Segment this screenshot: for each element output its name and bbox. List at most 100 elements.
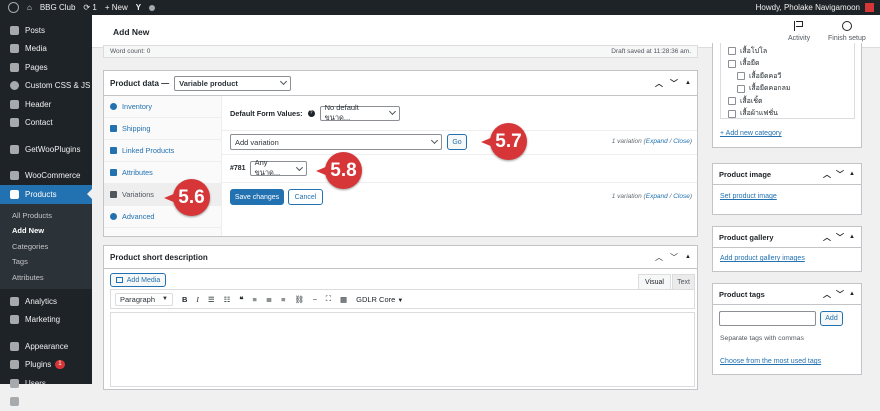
menu-users[interactable]: Users [0, 374, 92, 393]
category-item[interactable]: เสื้อยืดคอวี [728, 70, 854, 83]
tab-shipping[interactable]: Shipping [104, 118, 221, 140]
align-left-icon[interactable]: ≡ [252, 295, 256, 304]
submenu-all-products[interactable]: All Products [0, 208, 92, 224]
category-item[interactable]: เสื้อยืด [728, 58, 854, 71]
close-link[interactable]: Close [673, 193, 690, 200]
move-up-icon[interactable]: ︿ [655, 252, 663, 263]
move-down-icon[interactable]: ﹀ [670, 252, 678, 263]
menu-custom-css-js[interactable]: Custom CSS & JS [0, 77, 92, 96]
checkbox[interactable] [737, 85, 745, 93]
checkbox[interactable] [728, 47, 736, 55]
site-name[interactable]: BBG Club [40, 3, 76, 12]
paragraph-format-select[interactable]: Paragraph▼ [115, 293, 173, 306]
choose-most-used-tags-link[interactable]: Choose from the most used tags [720, 358, 821, 365]
move-down-icon[interactable]: ﹀ [836, 232, 844, 243]
product-type-select[interactable]: Variable product [174, 76, 291, 91]
horizontal-line-icon[interactable]: ⎯ [313, 294, 317, 304]
bullet-list-icon[interactable]: ☰ [208, 295, 215, 304]
align-center-icon[interactable]: ≣ [266, 295, 272, 304]
tab-attributes[interactable]: Attributes [104, 162, 221, 184]
wordpress-logo-icon[interactable] [8, 2, 19, 13]
short-description-editor[interactable] [110, 312, 695, 387]
menu-marketing[interactable]: Marketing [0, 311, 92, 330]
menu-posts[interactable]: Posts [0, 21, 92, 40]
add-media-button[interactable]: Add Media [110, 273, 166, 287]
checkbox[interactable] [737, 72, 745, 80]
close-link[interactable]: Close [673, 138, 690, 145]
submenu-tags[interactable]: Tags [0, 254, 92, 270]
expand-link[interactable]: Expand [646, 138, 668, 145]
add-tag-button[interactable]: Add [820, 311, 843, 326]
menu-products[interactable]: Products [0, 185, 92, 204]
set-product-image-link[interactable]: Set product image [720, 193, 777, 200]
menu-contact[interactable]: Contact [0, 114, 92, 133]
checkbox[interactable] [728, 110, 736, 118]
expand-link[interactable]: Expand [646, 193, 668, 200]
toggle-panel-icon[interactable]: ▲ [849, 171, 855, 177]
move-down-icon[interactable]: ﹀ [836, 169, 844, 180]
menu-woocommerce[interactable]: WooCommerce [0, 167, 92, 186]
move-up-icon[interactable]: ︿ [823, 232, 831, 243]
menu-header[interactable]: Header [0, 95, 92, 114]
move-up-icon[interactable]: ︿ [823, 169, 831, 180]
product-tags-panel: Product tags ︿﹀▲ Add Separate tags with … [712, 283, 862, 375]
home-icon[interactable]: ⌂ [27, 3, 32, 12]
move-up-icon[interactable]: ︿ [655, 78, 663, 89]
toolbar-toggle-icon[interactable]: ▦ [340, 295, 347, 304]
activity-button[interactable]: Activity [788, 21, 810, 42]
go-button[interactable]: Go [447, 134, 467, 150]
add-new-category-link[interactable]: + Add new category [720, 130, 782, 137]
numbered-list-icon[interactable]: ☷ [224, 295, 231, 304]
move-down-icon[interactable]: ﹀ [836, 289, 844, 300]
howdy-user[interactable]: Howdy, Pholake Navigamoon [756, 3, 860, 12]
menu-analytics[interactable]: Analytics [0, 292, 92, 311]
toggle-panel-icon[interactable]: ▲ [685, 254, 691, 260]
italic-icon[interactable]: I [196, 295, 199, 304]
tab-inventory[interactable]: Inventory [104, 96, 221, 118]
tab-linked-products[interactable]: Linked Products [104, 140, 221, 162]
save-changes-button[interactable]: Save changes [230, 189, 284, 205]
chevron-down-icon [280, 78, 287, 85]
finish-setup-button[interactable]: Finish setup [828, 21, 866, 42]
submenu-attributes[interactable]: Attributes [0, 270, 92, 286]
menu-pages[interactable]: Pages [0, 58, 92, 77]
updates-link[interactable]: ⟳ 1 [83, 3, 96, 12]
checkbox[interactable] [728, 97, 736, 105]
blockquote-icon[interactable]: ❝ [239, 295, 243, 304]
align-right-icon[interactable]: ≡ [281, 295, 285, 304]
category-item[interactable]: เสื้อยืดคอกลม [728, 83, 854, 96]
submenu-categories[interactable]: Categories [0, 239, 92, 255]
new-content-link[interactable]: + New [105, 3, 128, 12]
toggle-panel-icon[interactable]: ▲ [849, 291, 855, 297]
tab-text[interactable]: Text [672, 274, 695, 289]
category-item[interactable]: เสื้อผ้าแฟชั่น [728, 108, 854, 120]
toggle-panel-icon[interactable]: ▲ [849, 234, 855, 240]
bold-icon[interactable]: B [182, 295, 187, 304]
avatar[interactable] [865, 3, 874, 12]
move-up-icon[interactable]: ︿ [823, 289, 831, 300]
add-variation-select[interactable]: Add variation [230, 134, 442, 150]
tag-input[interactable] [719, 311, 816, 326]
help-icon[interactable]: ? [308, 110, 315, 117]
yoast-icon[interactable]: Y [136, 3, 141, 12]
cancel-button[interactable]: Cancel [288, 189, 323, 205]
tab-visual[interactable]: Visual [638, 274, 671, 289]
submenu-add-new[interactable]: Add New [0, 223, 92, 239]
checkbox[interactable] [728, 60, 736, 68]
default-form-select[interactable]: No default ขนาด... [320, 106, 400, 121]
menu-appearance[interactable]: Appearance [0, 337, 92, 356]
toggle-panel-icon[interactable]: ▲ [685, 80, 691, 86]
page-title: Add New [113, 27, 149, 37]
menu-plugins[interactable]: Plugins1 [0, 356, 92, 375]
menu-tools[interactable]: Tools [0, 393, 92, 411]
category-item[interactable]: เสื้อเชิ้ต [728, 95, 854, 108]
move-down-icon[interactable]: ﹀ [670, 78, 678, 89]
add-gallery-images-link[interactable]: Add product gallery images [720, 255, 805, 262]
category-item[interactable]: เสื้อโปโล [728, 45, 854, 58]
variation-attribute-select[interactable]: Any ขนาด... [250, 161, 307, 176]
link-icon[interactable]: ⛓ [295, 295, 305, 304]
menu-getwooplugins[interactable]: GetWooPlugins [0, 140, 92, 159]
gdlr-core-button[interactable]: GDLR Core ▼ [356, 295, 403, 304]
menu-media[interactable]: Media [0, 40, 92, 59]
fullscreen-icon[interactable]: ⛶ [326, 294, 331, 304]
